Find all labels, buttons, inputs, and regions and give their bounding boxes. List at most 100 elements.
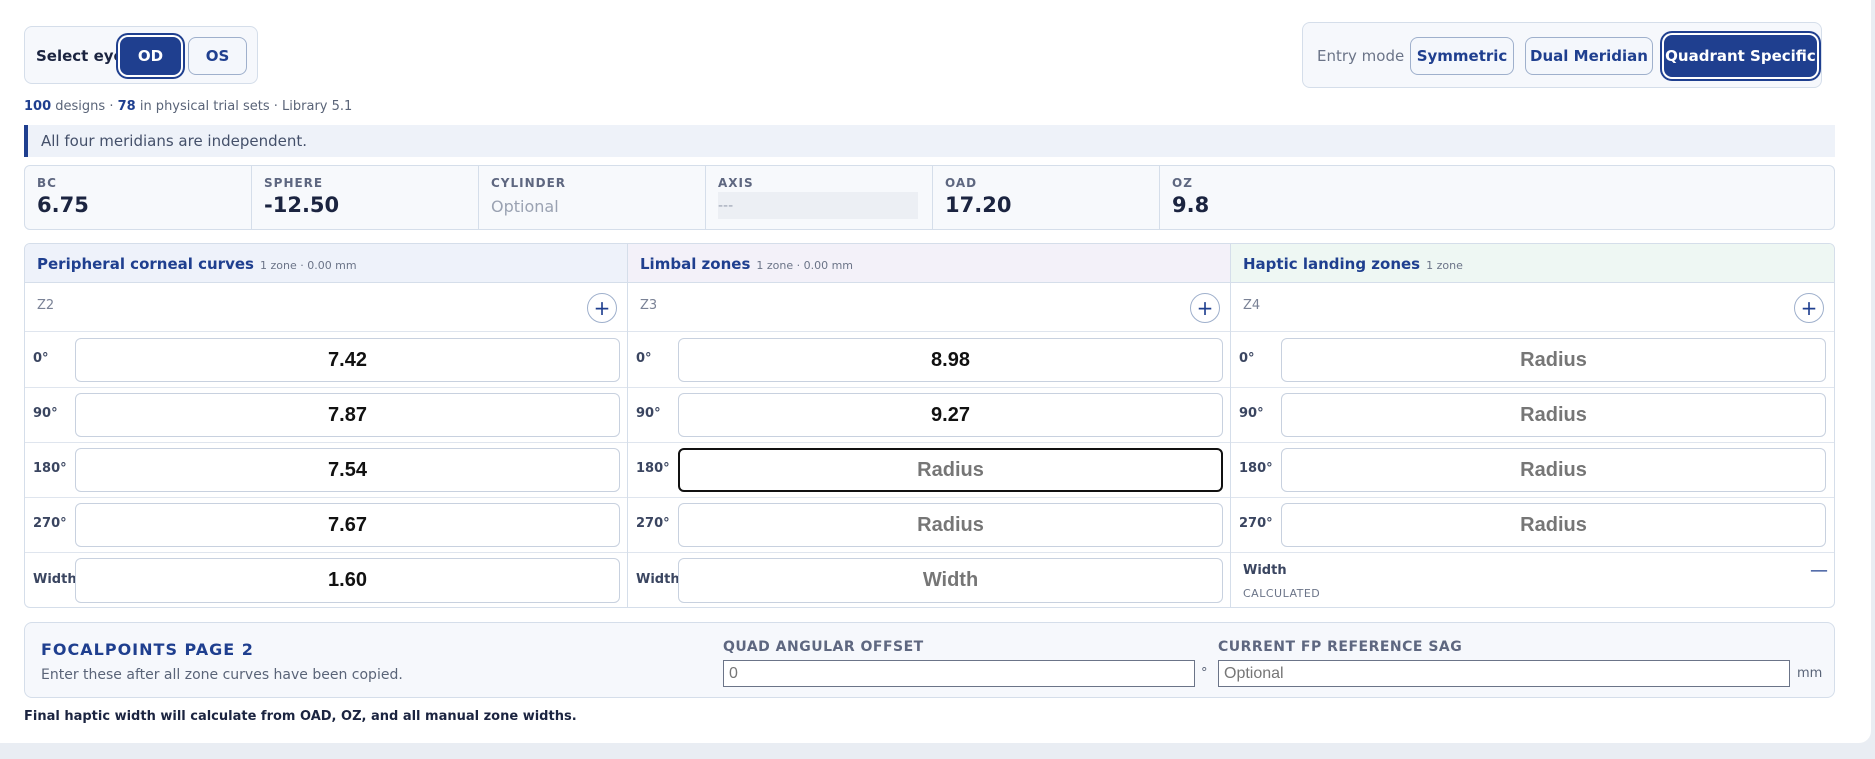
quad-offset-label: QUAD ANGULAR OFFSET bbox=[723, 639, 924, 655]
stat-oz-value: 9.8 bbox=[1172, 193, 1210, 217]
designs-text: designs · bbox=[55, 99, 114, 114]
focalpoints-title: FOCALPOINTS PAGE 2 bbox=[41, 640, 254, 659]
radius-input[interactable]: Radius bbox=[1281, 393, 1826, 437]
stat-bc: BC 6.75 bbox=[25, 166, 252, 229]
zone-row: Z4 + bbox=[1231, 282, 1834, 332]
focalpoints-panel: FOCALPOINTS PAGE 2 Enter these after all… bbox=[24, 622, 1835, 698]
calculated-width-value: — bbox=[1810, 560, 1828, 581]
lens-parameters: BC 6.75 SPHERE -12.50 CYLINDER Optional … bbox=[24, 165, 1835, 230]
radius-input[interactable]: Radius bbox=[1281, 448, 1826, 492]
meridian-row: 0° 8.98 bbox=[628, 332, 1230, 388]
meridian-label: 270° bbox=[636, 516, 670, 531]
trial-text: in physical trial sets · Library 5.1 bbox=[139, 99, 353, 114]
radius-input[interactable]: 7.54 bbox=[75, 448, 620, 492]
stat-oad: OAD 17.20 bbox=[933, 166, 1160, 229]
designs-count: 100 bbox=[24, 99, 52, 114]
width-row-calculated: Width CALCULATED — bbox=[1231, 552, 1834, 607]
mode-symmetric-button[interactable]: Symmetric bbox=[1410, 37, 1514, 75]
mode-dual-meridian-button[interactable]: Dual Meridian bbox=[1525, 37, 1653, 75]
eye-selector-label: Select eye bbox=[36, 47, 124, 65]
radius-input[interactable]: 7.87 bbox=[75, 393, 620, 437]
column-meta: 1 zone · 0.00 mm bbox=[756, 259, 854, 272]
radius-input[interactable]: Radius bbox=[678, 503, 1223, 547]
meridian-row: 0° 7.42 bbox=[25, 332, 627, 388]
focalpoints-subtitle: Enter these after all zone curves have b… bbox=[41, 667, 403, 683]
column-meta: 1 zone bbox=[1426, 259, 1463, 272]
width-label: Width bbox=[636, 572, 680, 587]
main-card: Select eye OD OS Entry mode Symmetric Du… bbox=[0, 0, 1871, 743]
calculated-label: CALCULATED bbox=[1243, 587, 1321, 600]
column-meta: 1 zone · 0.00 mm bbox=[259, 259, 357, 272]
radius-input[interactable]: 8.98 bbox=[678, 338, 1223, 382]
zone-label: Z4 bbox=[1243, 298, 1261, 313]
meridian-row: 270° Radius bbox=[1231, 497, 1834, 553]
stat-sphere: SPHERE -12.50 bbox=[252, 166, 479, 229]
stat-oad-value: 17.20 bbox=[945, 193, 1012, 217]
meridian-row: 90° 7.87 bbox=[25, 387, 627, 443]
zone-grid: Peripheral corneal curves 1 zone · 0.00 m… bbox=[24, 243, 1835, 608]
meridian-row: 0° Radius bbox=[1231, 332, 1834, 388]
column-header: Haptic landing zones 1 zone bbox=[1231, 244, 1834, 283]
eye-os-button[interactable]: OS bbox=[188, 37, 247, 75]
column-header: Limbal zones 1 zone · 0.00 mm bbox=[628, 244, 1230, 283]
quad-offset-unit: ° bbox=[1201, 666, 1208, 681]
width-label: Width bbox=[33, 572, 77, 587]
add-zone-button[interactable]: + bbox=[1190, 293, 1220, 323]
meridian-label: 180° bbox=[33, 461, 67, 476]
width-input[interactable]: Width bbox=[678, 558, 1223, 603]
zone-row: Z2 + bbox=[25, 282, 627, 332]
meridian-label: 0° bbox=[1239, 351, 1255, 366]
meridian-row: 180° 7.54 bbox=[25, 442, 627, 498]
width-row: Width Width bbox=[628, 552, 1230, 607]
radius-input[interactable]: Radius bbox=[1281, 338, 1826, 382]
stat-bc-label: BC bbox=[37, 176, 57, 190]
column-title: Peripheral corneal curves 1 zone · 0.00 m… bbox=[37, 255, 357, 273]
stat-sphere-label: SPHERE bbox=[264, 176, 324, 190]
width-input[interactable]: 1.60 bbox=[75, 558, 620, 603]
stat-oz: OZ 9.8 bbox=[1160, 166, 1834, 229]
ref-sag-label: CURRENT FP REFERENCE SAG bbox=[1218, 639, 1463, 655]
stat-cylinder[interactable]: CYLINDER Optional bbox=[479, 166, 706, 229]
meridian-label: 180° bbox=[636, 461, 670, 476]
width-row: Width 1.60 bbox=[25, 552, 627, 607]
width-label: Width bbox=[1243, 563, 1287, 578]
column-title: Limbal zones 1 zone · 0.00 mm bbox=[640, 255, 854, 273]
meridian-label: 90° bbox=[1239, 406, 1264, 421]
radius-input[interactable]: 7.67 bbox=[75, 503, 620, 547]
stat-oz-label: OZ bbox=[1172, 176, 1193, 190]
cylinder-input[interactable]: Optional bbox=[491, 197, 559, 216]
meridian-row: 270° Radius bbox=[628, 497, 1230, 553]
zone-label: Z2 bbox=[37, 298, 55, 313]
radius-input[interactable]: 9.27 bbox=[678, 393, 1223, 437]
zone-label: Z3 bbox=[640, 298, 658, 313]
meridian-label: 270° bbox=[33, 516, 67, 531]
stat-axis: AXIS --- bbox=[706, 166, 933, 229]
add-zone-button[interactable]: + bbox=[1794, 293, 1824, 323]
column-title: Haptic landing zones 1 zone bbox=[1243, 255, 1463, 273]
mode-quadrant-specific-button[interactable]: Quadrant Specific bbox=[1664, 35, 1817, 77]
stat-sphere-value: -12.50 bbox=[264, 193, 340, 217]
ref-sag-unit: mm bbox=[1797, 666, 1823, 681]
radius-input[interactable]: Radius bbox=[1281, 503, 1826, 547]
stat-oad-label: OAD bbox=[945, 176, 978, 190]
ref-sag-input[interactable]: Optional bbox=[1218, 660, 1790, 687]
radius-input-focused[interactable]: Radius bbox=[678, 448, 1223, 492]
meridian-label: 270° bbox=[1239, 516, 1273, 531]
radius-input[interactable]: 7.42 bbox=[75, 338, 620, 382]
meridian-row: 90° Radius bbox=[1231, 387, 1834, 443]
quad-offset-input[interactable]: 0 bbox=[723, 660, 1195, 687]
entry-mode-label: Entry mode bbox=[1317, 47, 1405, 65]
meridian-label: 180° bbox=[1239, 461, 1273, 476]
column-header: Peripheral corneal curves 1 zone · 0.00 m… bbox=[25, 244, 627, 283]
column-haptic-landing: Haptic landing zones 1 zone Z4 + 0° Radiu… bbox=[1231, 244, 1834, 607]
info-banner: All four meridians are independent. bbox=[24, 125, 1835, 157]
add-zone-button[interactable]: + bbox=[587, 293, 617, 323]
stat-axis-label: AXIS bbox=[718, 176, 754, 190]
stat-bc-value: 6.75 bbox=[37, 193, 89, 217]
column-limbal-zones: Limbal zones 1 zone · 0.00 mm Z3 + 0° 8.9… bbox=[628, 244, 1231, 607]
eye-od-button[interactable]: OD bbox=[120, 37, 181, 75]
meridian-row: 270° 7.67 bbox=[25, 497, 627, 553]
axis-input: --- bbox=[718, 192, 918, 219]
meridian-label: 0° bbox=[636, 351, 652, 366]
meridian-label: 0° bbox=[33, 351, 49, 366]
